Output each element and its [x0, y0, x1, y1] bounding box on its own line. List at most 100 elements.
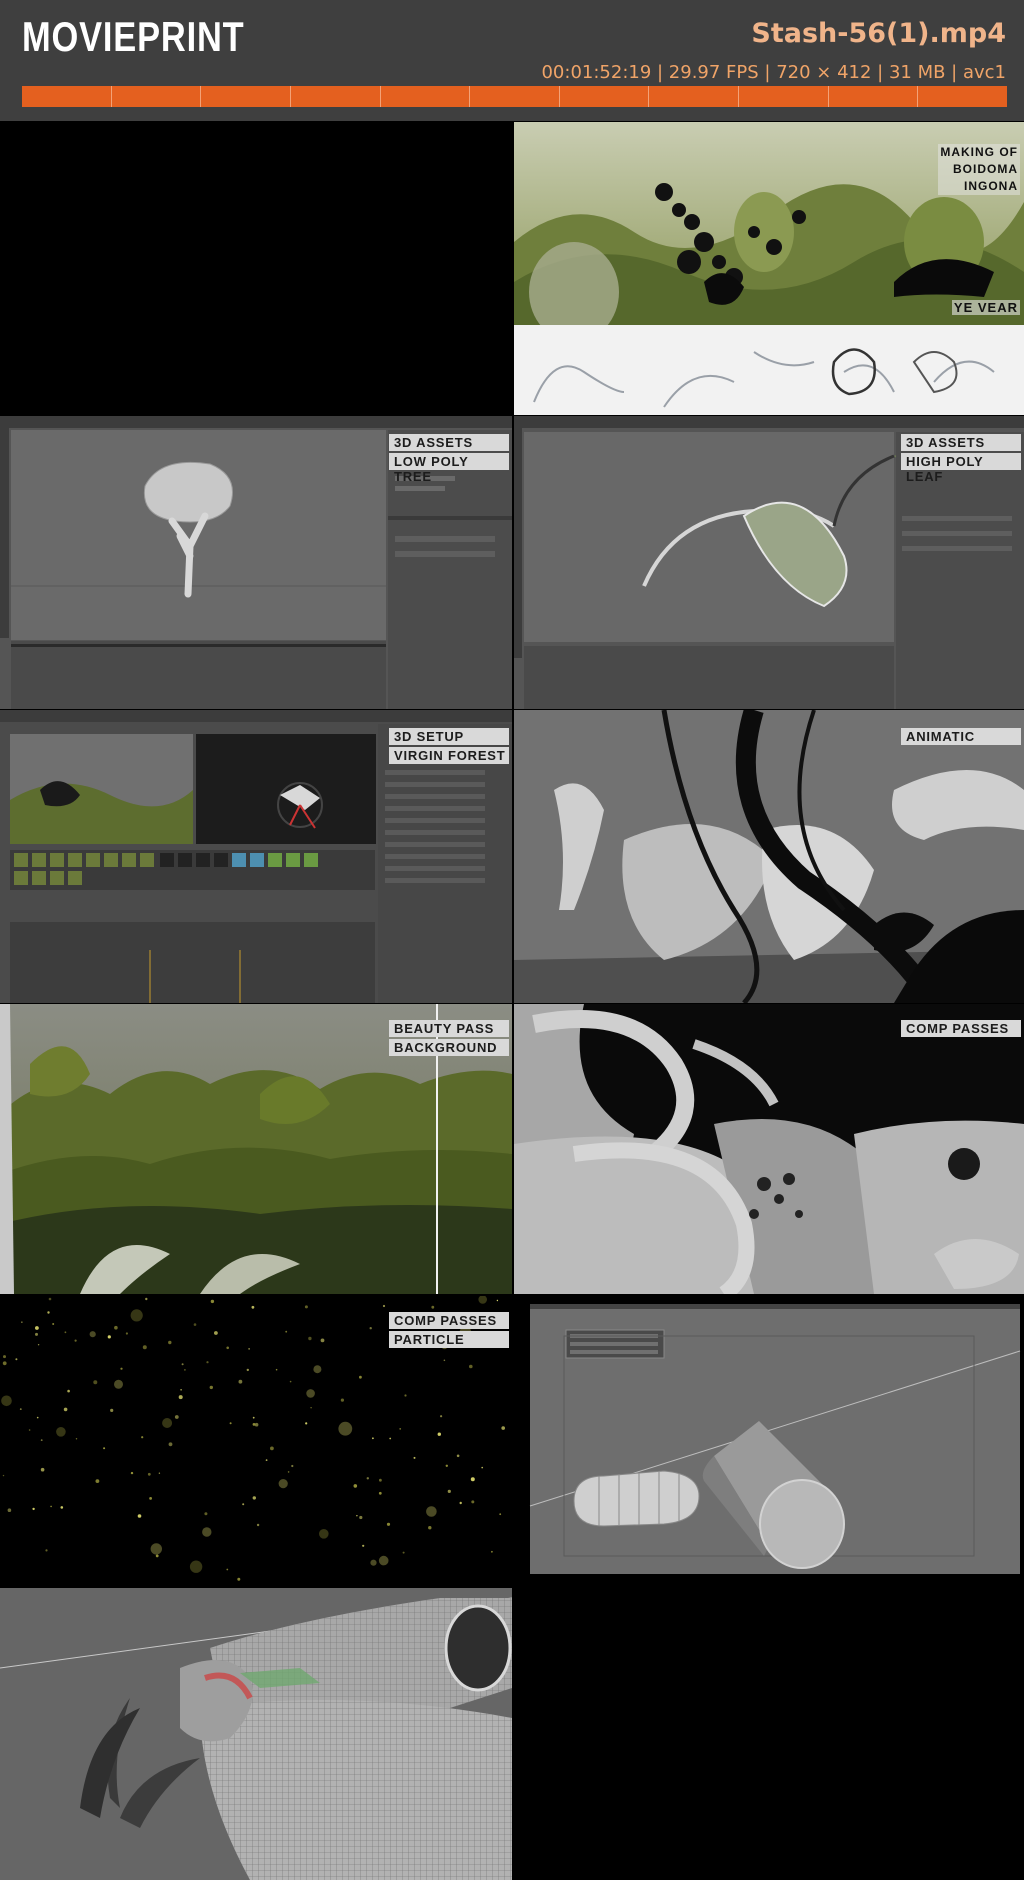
particle [2, 1361, 7, 1366]
thumbnail-2[interactable]: MAKING OF BOIDOMA INGONA YE VEAR [514, 122, 1024, 415]
particle [481, 1466, 484, 1469]
particle [74, 1339, 77, 1342]
caption-labels: COMP PASSES PARTICLE [389, 1312, 509, 1348]
particle [372, 1437, 374, 1440]
particle [204, 1512, 208, 1516]
particle [89, 1331, 96, 1338]
particle [338, 1421, 353, 1436]
particle [369, 1327, 372, 1330]
particle [52, 1323, 55, 1325]
particle [252, 1496, 256, 1500]
particle [248, 1348, 250, 1350]
particle [246, 1368, 249, 1372]
particle [443, 1359, 446, 1362]
particle [404, 1394, 407, 1397]
particle [440, 1415, 443, 1418]
particle [63, 1407, 68, 1412]
thumbnail-6[interactable]: ANIMATIC [514, 710, 1024, 1003]
particle [431, 1305, 435, 1309]
particle [214, 1331, 218, 1335]
thumbnail-3[interactable]: 3D ASSETS LOW POLY TREE [0, 416, 512, 709]
timeline-segment[interactable] [291, 86, 381, 107]
particle [305, 1422, 308, 1425]
particle [189, 1560, 203, 1573]
timeline-segment[interactable] [22, 86, 112, 107]
particle [378, 1491, 382, 1495]
overlay-title-line-3: INGONA [964, 179, 1018, 193]
timeline-segment[interactable] [649, 86, 740, 107]
timeline-segment[interactable] [201, 86, 291, 107]
particle [125, 1332, 128, 1335]
particle [251, 1305, 255, 1309]
thumbnail-10[interactable] [514, 1296, 1024, 1586]
particle [471, 1500, 475, 1504]
particle [19, 1408, 22, 1410]
cylinder-model [529, 1304, 1021, 1574]
particle [95, 1479, 100, 1483]
particle [270, 1446, 274, 1451]
thumbnail-12[interactable] [514, 1588, 1024, 1880]
thumbnail-4[interactable]: 3D ASSETS HIGH POLY LEAF [514, 416, 1024, 709]
particle [445, 1464, 448, 1467]
file-title: Stash-56(1).mp4 [751, 18, 1006, 49]
thumbnail-9[interactable]: COMP PASSES PARTICLE [0, 1296, 512, 1586]
timeline-segment[interactable] [560, 86, 650, 107]
timeline-segment[interactable] [918, 86, 1007, 107]
particle [110, 1408, 114, 1412]
timeline-segment[interactable] [739, 86, 829, 107]
particle [226, 1568, 229, 1571]
particle [366, 1477, 369, 1480]
timeline-segment[interactable] [381, 86, 471, 107]
timeline-segment[interactable] [470, 86, 560, 107]
particle [386, 1522, 391, 1526]
timeline-segment[interactable] [112, 86, 202, 107]
caption-label-2: VIRGIN FOREST [389, 747, 509, 764]
caption-labels: 3D SETUP VIRGIN FOREST [389, 728, 509, 764]
animatic-scene [514, 710, 1024, 1003]
caption-label-1: 3D ASSETS [389, 434, 509, 451]
caption-label-1: ANIMATIC [901, 728, 1021, 745]
particle [150, 1543, 162, 1555]
timeline-segment[interactable] [829, 86, 919, 107]
particle [64, 1331, 67, 1334]
overlay-title: MAKING OF BOIDOMA INGONA [938, 144, 1020, 195]
particle [45, 1549, 48, 1552]
particle [501, 1426, 506, 1430]
particle [359, 1375, 362, 1379]
particle [174, 1415, 179, 1419]
particle [304, 1305, 308, 1309]
particle [320, 1338, 325, 1343]
file-metadata: 00:01:52:19 | 29.97 FPS | 720 × 412 | 31… [541, 62, 1006, 83]
particle [56, 1427, 66, 1437]
thumbnail-5[interactable]: 3D SETUP VIRGIN FOREST [0, 710, 512, 1003]
particle [3, 1355, 6, 1359]
particle [278, 1479, 288, 1489]
particle [291, 1464, 294, 1468]
particle [184, 1369, 186, 1371]
particle [50, 1505, 52, 1508]
particle [36, 1416, 39, 1419]
app-logo: MOVIEPRINT [22, 13, 245, 60]
thumbnail-1[interactable] [0, 122, 512, 415]
thumbnail-7[interactable]: BEAUTY PASS BACKGROUND [0, 1004, 512, 1294]
particle [178, 1395, 183, 1400]
particle [306, 1389, 315, 1398]
particle [469, 1364, 473, 1369]
thumbnail-8[interactable]: COMP PASSES [514, 1004, 1024, 1294]
caption-label-2: BACKGROUND [389, 1039, 509, 1056]
thumbnail-11[interactable] [0, 1588, 512, 1880]
particle [382, 1304, 386, 1308]
particle [162, 1418, 173, 1428]
particle [107, 1335, 111, 1339]
particle [40, 1467, 45, 1472]
particle [242, 1503, 245, 1506]
particle [142, 1345, 147, 1350]
particle [147, 1472, 151, 1476]
caption-label-2: LOW POLY TREE [389, 453, 509, 484]
particle [252, 1423, 256, 1426]
caption-labels: 3D ASSETS LOW POLY TREE [389, 434, 509, 484]
particle [499, 1513, 502, 1516]
timeline-scrubber[interactable] [22, 86, 1007, 107]
particle [275, 1368, 278, 1371]
particle [362, 1544, 365, 1547]
